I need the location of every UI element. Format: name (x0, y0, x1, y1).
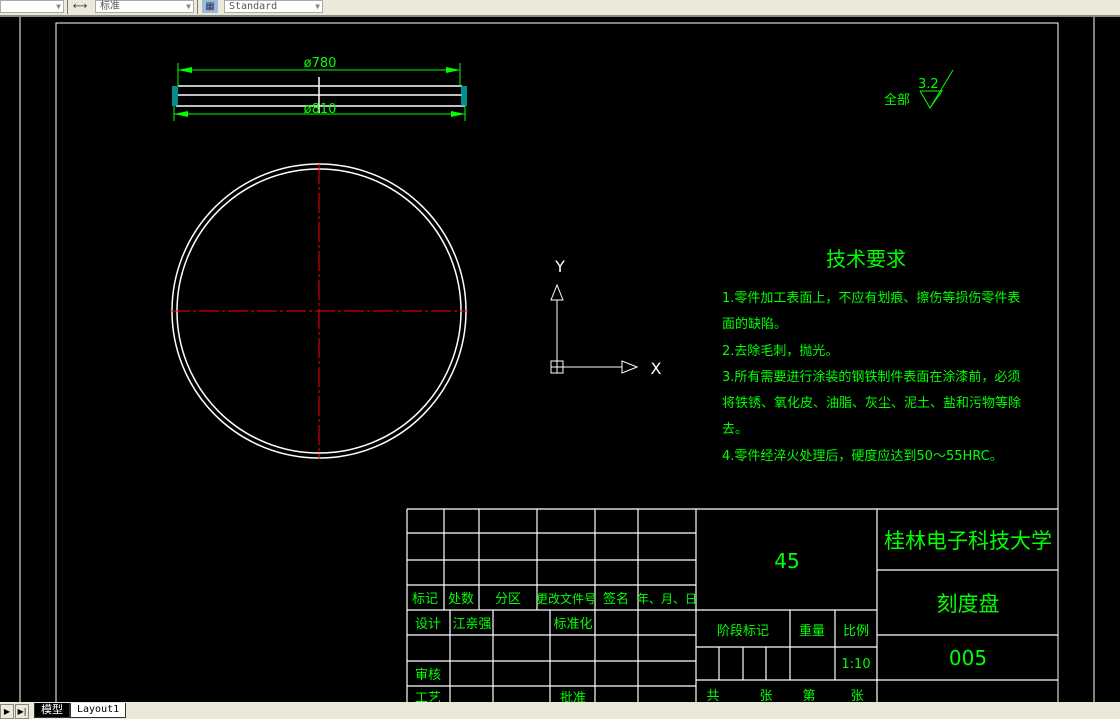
roughness-prefix: 全部 (884, 92, 910, 108)
header-signature: 签名 (603, 591, 629, 607)
ucs-x-label: X (651, 359, 662, 378)
roughness-value: 3.2 (918, 77, 939, 92)
tech-req-line: 将铁锈、氧化皮、油脂、灰尘、泥土、盐和污物等除 (722, 395, 1021, 411)
tech-req-line: 面的缺陷。 (722, 316, 787, 332)
process-label: 工艺 (415, 691, 441, 702)
part-name: 刻度盘 (937, 592, 1000, 616)
material-value: 45 (774, 549, 799, 573)
title-block-text: 标记 处数 分区 更改文件号 签名 年、月、日 设计 江亲强 标准化 审核 工艺… (412, 529, 1052, 702)
technical-requirements: 技术要求 1.零件加工表面上，不应有划痕、擦伤等损伤零件表 面的缺陷。 2.去除… (722, 247, 1021, 464)
section-hatch (172, 86, 178, 106)
tech-req-line: 3.所有需要进行涂装的钢铁制件表面在涂漆前，必须 (722, 369, 1020, 385)
approve-label: 批准 (560, 691, 586, 702)
design-label: 设计 (415, 617, 441, 632)
tech-req-line: 去。 (722, 422, 748, 437)
side-view: ø780 ø810 (172, 56, 467, 121)
dimension-inner-text: ø810 (304, 102, 337, 117)
drawing-number: 005 (949, 646, 987, 670)
review-label: 审核 (415, 668, 441, 683)
scale-value: 1:10 (841, 657, 870, 672)
sheets-total-label: 共 (706, 689, 719, 702)
section-hatch (461, 86, 467, 106)
tech-req-line: 1.零件加工表面上，不应有划痕、擦伤等损伤零件表 (722, 290, 1020, 306)
layout-tab-bar: ▶ ▶| 模型 Layout1 (0, 702, 1120, 719)
dimension-outer-text: ø780 (304, 56, 337, 71)
tech-req-line: 2.去除毛刺，抛光。 (722, 344, 838, 359)
header-mark: 标记 (412, 592, 438, 607)
scale-label: 比例 (843, 624, 869, 639)
drawing-canvas[interactable]: ø780 ø810 全部 3.2 Y X 技术要求 1.零件加工表面上，不应有划… (0, 0, 1120, 702)
weight-label: 重量 (799, 623, 825, 639)
ucs-y-label: Y (554, 257, 565, 276)
surface-roughness-symbol: 全部 3.2 (884, 69, 954, 109)
school-name: 桂林电子科技大学 (884, 529, 1052, 553)
tab-layout1[interactable]: Layout1 (70, 703, 127, 718)
next-tab-button[interactable]: ▶ (0, 704, 14, 719)
tech-req-line: 4.零件经淬火处理后，硬度应达到50～55HRC。 (722, 448, 1003, 464)
last-tab-button[interactable]: ▶| (15, 704, 29, 719)
tech-req-title: 技术要求 (826, 247, 906, 271)
header-change-doc: 更改文件号 (536, 591, 596, 606)
sheets-unit-label: 张 (759, 689, 772, 702)
stage-mark-label: 阶段标记 (717, 624, 769, 639)
ucs-icon: Y X (550, 257, 662, 378)
standardization-label: 标准化 (553, 617, 592, 632)
designer-name: 江亲强 (452, 617, 491, 632)
header-count: 处数 (448, 592, 474, 607)
header-date: 年、月、日 (637, 592, 697, 606)
sheet-unit-label: 张 (850, 689, 863, 702)
header-zone: 分区 (495, 592, 521, 607)
sheet-no-label: 第 (802, 689, 815, 702)
tab-model[interactable]: 模型 (34, 703, 70, 718)
